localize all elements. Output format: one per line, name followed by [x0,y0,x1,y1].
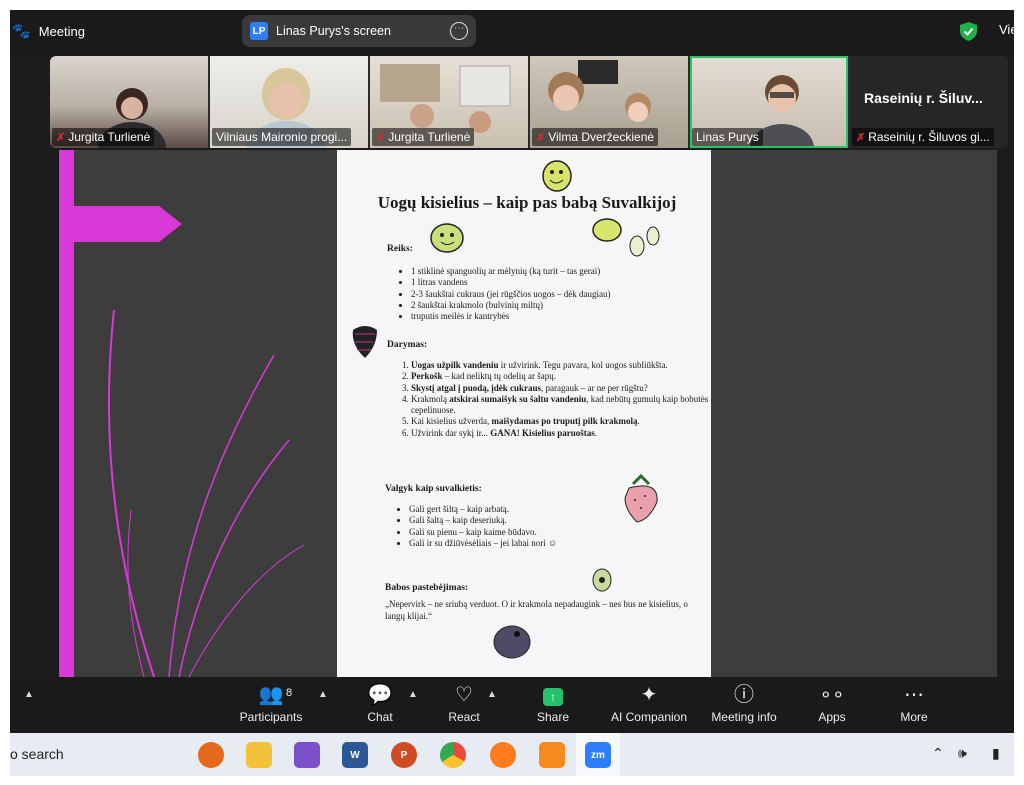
zoom-icon[interactable]: zm [585,742,611,768]
presenter-avatar: LP [250,22,268,40]
sparkle-icon: ✦ [640,684,658,706]
chat-caret-icon[interactable]: ▲ [408,689,418,700]
meeting-paw-icon: 🐾 [12,23,31,40]
audio-only-tile[interactable]: Raseinių r. Šiluv... ✗ Raseinių r. Šiluvo… [850,56,1008,148]
app-icon[interactable] [539,742,565,768]
chrome-icon[interactable] [440,742,466,768]
serving-list: Gali gert šiltą – kaip arbatą. Gali šalt… [393,504,689,549]
participant-name: ✗ Raseinių r. Šiluvos gi... [852,128,994,146]
list-item: Užvirink dar sykį ir... GANA! Kisielius … [411,428,711,439]
participant-gallery: ✗ Jurgita Turlienė Vilniaus Maironio prog… [50,56,1008,148]
list-item: Krakmolą atskirai sumaišyk su šaltu vand… [411,394,711,417]
chat-icon: 💬 [367,684,393,706]
list-item: Gali ir su džiūvėsėliais – jei labai nor… [409,538,689,549]
info-icon: ⓘ [734,684,754,706]
list-item: 1 stiklinė spanguolių ar mėlynių (ką tur… [411,266,711,277]
list-item: Gali šaltą – kaip deseriuką. [409,515,689,526]
react-button[interactable]: ♡ React [443,683,485,724]
list-item: Kai kisielius užverda, maišydamas po tru… [411,416,711,427]
section-reiks: Reiks: [387,244,413,254]
encryption-shield-icon[interactable] [960,22,977,41]
list-item: Uogas užpilk vandeniu ir užvirink. Tegu … [411,360,711,371]
berry-drawing-small [592,568,612,592]
participant-display-name: Raseinių r. Šiluv... [864,90,983,106]
ai-companion-button[interactable]: ✦ AI Companion [606,683,692,724]
participants-icon: 👥 [258,684,284,706]
participant-name: Linas Purys [692,128,763,146]
windows-taskbar: o search W P zm ⌃ 🕪 ▮ [10,733,1014,776]
speaker-icon[interactable]: 🕪 [958,745,967,762]
mic-muted-icon: ✗ [376,131,386,144]
smiley-drawing-top [542,160,572,192]
blackberry-drawing [352,326,377,358]
video-tile[interactable]: Vilniaus Maironio progi... [210,56,368,148]
mic-muted-icon: ✗ [856,131,866,144]
participant-name: ✗ Vilma Dveržeckienė [532,128,659,146]
heart-icon: ♡ [455,684,473,706]
more-button[interactable]: ⋯ More [894,683,934,724]
smiley-drawing-right [592,218,660,257]
participants-button[interactable]: 👥 Participants [236,683,306,724]
list-item: 2-3 šaukštai cukraus (jei rūgščios uogos… [411,289,711,300]
list-item: Gali su pienu – kaip kaime būdavo. [409,527,689,538]
mic-muted-icon: ✗ [536,131,546,144]
file-explorer-icon[interactable] [246,742,272,768]
shared-screen-content: Uogų kisielius – kaip pas babą Suvalkijo… [59,150,997,677]
list-item: Perkošk – kad neliktų tų odelių ar šapų. [411,371,711,382]
video-tile[interactable]: ✗ Jurgita Turlienė [370,56,528,148]
list-item: 2 šaukštai krakmolo (bulvinių miltų) [411,300,711,311]
participant-name: ✗ Jurgita Turlienė [52,128,155,146]
list-item: truputis meilės ir kantrybės [411,311,711,322]
tray-expand-icon[interactable]: ⌃ [932,745,944,762]
taskbar-search[interactable]: o search [10,746,64,762]
list-item: Gali gert šiltą – kaip arbatą. [409,504,689,515]
recipe-title: Uogų kisielius – kaip pas babą Suvalkijo… [377,193,677,212]
video-tile[interactable]: ✗ Jurgita Turlienė [50,56,208,148]
meeting-label: Meeting [38,23,85,39]
shared-screen-title: Linas Purys's screen [276,24,391,38]
meeting-info-button[interactable]: ⓘ Meeting info [706,683,782,724]
more-options-icon[interactable]: ⋯ [450,22,468,40]
list-item: Skystį atgal į puodą, įdėk cukraus, para… [411,383,711,394]
audio-options-caret-icon[interactable]: ▲ [24,689,34,700]
section-darymas: Darymas: [387,340,428,350]
react-caret-icon[interactable]: ▲ [487,689,497,700]
shared-screen-pill[interactable]: LP Linas Purys's screen ⋯ [242,15,476,47]
active-speaker-tile[interactable]: Linas Purys [690,56,848,148]
firefox-icon[interactable] [490,742,516,768]
participant-name: ✗ Jurgita Turlienė [372,128,475,146]
top-bar: 🐾 Meeting LP Linas Purys's screen ⋯ Vie [10,10,1014,54]
view-menu[interactable]: Vie [999,22,1014,37]
steps-list: Uogas užpilk vandeniu ir užvirink. Tegu … [395,360,711,439]
chat-button[interactable]: 💬 Chat [360,683,400,724]
list-item: 1 litras vandens [411,277,711,288]
mic-muted-icon: ✗ [56,131,66,144]
meeting-menu[interactable]: 🐾 Meeting [10,22,85,40]
apps-icon: ∘∘ [819,684,845,706]
participant-name: Vilniaus Maironio progi... [212,128,352,146]
share-screen-icon: ↑ [543,688,563,706]
apps-button[interactable]: ∘∘ Apps [812,683,852,724]
more-icon: ⋯ [904,684,924,706]
battery-icon[interactable]: ▮ [992,745,1000,762]
ingredients-list: 1 stiklinė spanguolių ar mėlynių (ką tur… [395,266,711,322]
video-tile[interactable]: ✗ Vilma Dveržeckienė [530,56,688,148]
app-icon[interactable] [198,742,224,768]
plum-drawing [493,625,531,659]
grandma-quote: „Nepervirk – ne sriubą verduot. O ir kra… [385,599,688,621]
powerpoint-icon[interactable]: P [391,742,417,768]
smiley-drawing-left [430,223,464,253]
word-icon[interactable]: W [342,742,368,768]
recipe-document: Uogų kisielius – kaip pas babą Suvalkijo… [337,150,711,677]
section-babos: Babos pastebėjimas: [385,583,469,593]
section-valgyk: Valgyk kaip suvalkietis: [385,484,482,494]
zoom-window: 🐾 Meeting LP Linas Purys's screen ⋯ Vie … [10,10,1014,776]
visual-studio-icon[interactable] [294,742,320,768]
participants-count: 8 [286,687,293,699]
meeting-controls: ▲ 👥 Participants 8 ▲ 💬 Chat ▲ ♡ React ▲ … [10,677,1014,733]
share-button[interactable]: ↑ Share [532,683,574,724]
participants-caret-icon[interactable]: ▲ [318,689,328,700]
